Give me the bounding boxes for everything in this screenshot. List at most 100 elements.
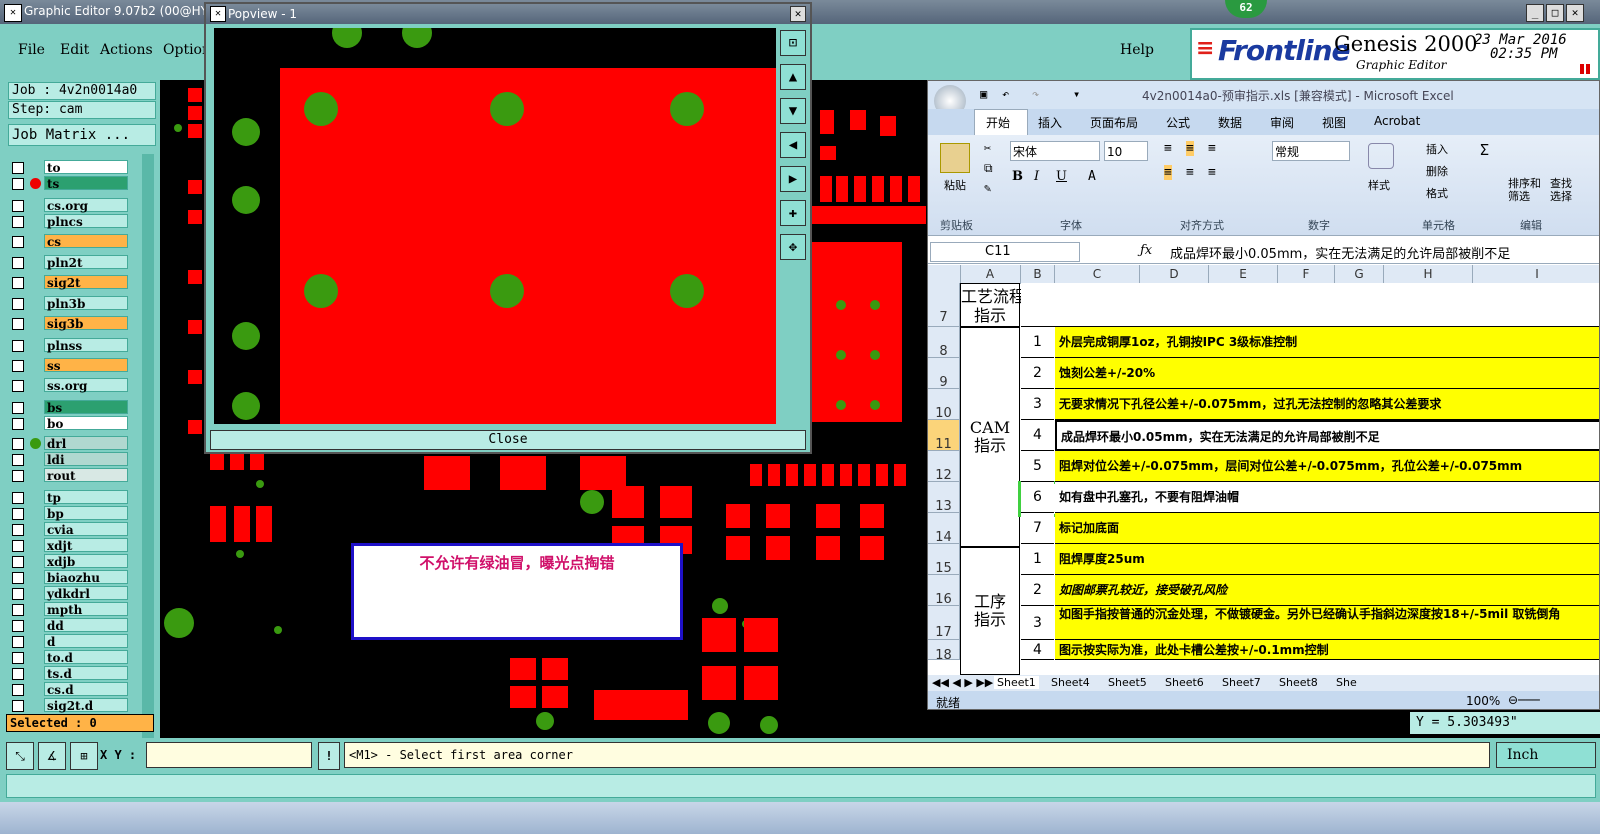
font-size-select[interactable]: 10 <box>1104 141 1148 161</box>
layer-row[interactable]: pln3b <box>8 296 128 311</box>
row-header[interactable]: 13 <box>928 482 960 514</box>
item-number-cell[interactable]: 1 <box>1021 327 1054 358</box>
layer-name[interactable]: cs.d <box>44 682 128 697</box>
row-header[interactable]: 18 <box>928 640 960 663</box>
layer-name[interactable]: xdjb <box>44 554 128 569</box>
paste-label[interactable]: 粘贴 <box>944 177 966 193</box>
alignment-controls[interactable]: ≡ ≡ ≡ ≡ ≡ ≡ <box>1164 141 1250 185</box>
item-number-cell[interactable]: 4 <box>1021 640 1054 660</box>
item-number-cell[interactable]: 4 <box>1021 420 1054 451</box>
layer-row[interactable]: cs.d <box>8 682 128 697</box>
layer-row[interactable]: bp <box>8 506 128 521</box>
layer-name[interactable]: bo <box>44 416 128 431</box>
layer-row[interactable]: drl <box>8 436 128 451</box>
layer-row[interactable]: ts.d <box>8 666 128 681</box>
layer-name[interactable]: plncs <box>44 214 128 229</box>
layer-checkbox[interactable] <box>12 298 24 310</box>
layer-checkbox[interactable] <box>12 360 24 372</box>
style-icon[interactable] <box>1368 143 1394 169</box>
layer-name[interactable]: bs <box>44 400 128 415</box>
sort-filter-button[interactable]: 排序和 筛选 <box>1508 177 1541 203</box>
format-painter-icon[interactable]: ✎ <box>984 181 991 195</box>
layer-row[interactable]: biaozhu <box>8 570 128 585</box>
instruction-cell[interactable]: 外层完成铜厚1oz，孔铜按IPC 3级标准控制 <box>1055 327 1599 358</box>
item-number-cell[interactable]: 3 <box>1021 606 1054 640</box>
sheet-tab[interactable]: Sheet7 <box>1222 676 1261 689</box>
name-box[interactable]: C11 <box>930 242 1080 262</box>
layer-row[interactable]: to <box>8 160 128 175</box>
layer-checkbox[interactable] <box>12 257 24 269</box>
menu-help[interactable]: Help <box>1120 42 1154 58</box>
layer-row[interactable]: sig2t <box>8 275 128 290</box>
alert-icon[interactable]: ! <box>318 742 340 770</box>
layer-checkbox[interactable] <box>12 216 24 228</box>
row-header[interactable]: 7 <box>928 283 960 327</box>
column-header[interactable]: I <box>1473 265 1599 283</box>
layer-name[interactable]: ss.org <box>44 378 128 393</box>
column-header[interactable]: D <box>1140 265 1209 283</box>
layer-checkbox[interactable] <box>12 588 24 600</box>
layer-name[interactable]: xdjt <box>44 538 128 553</box>
menu-file[interactable]: File <box>18 42 45 58</box>
align-bottom-icon[interactable]: ≡ <box>1208 141 1216 156</box>
layer-checkbox[interactable] <box>12 162 24 174</box>
column-header[interactable]: C <box>1055 265 1140 283</box>
cut-icon[interactable]: ✂ <box>984 141 991 155</box>
instruction-cell[interactable]: 成品焊环最小0.05mm，实在无法满足的允许局部被削不足 <box>1055 420 1599 451</box>
item-number-cell[interactable]: 6 <box>1021 482 1054 513</box>
align-center-icon[interactable]: ≡ <box>1186 165 1194 180</box>
item-number-cell[interactable]: 2 <box>1021 358 1054 389</box>
layer-checkbox[interactable] <box>12 236 24 248</box>
layer-row[interactable]: d <box>8 634 128 649</box>
layer-row[interactable]: ss.org <box>8 378 128 393</box>
layer-checkbox[interactable] <box>12 402 24 414</box>
formula-input[interactable]: 成品焊环最小0.05mm，实在无法满足的允许局部被削不足 <box>1170 243 1599 262</box>
column-header[interactable]: H <box>1384 265 1473 283</box>
layer-scrollbar[interactable] <box>142 154 154 780</box>
save-icon[interactable]: ▣ <box>980 87 987 101</box>
undo-icon[interactable]: ↶ <box>1002 87 1009 101</box>
tab-formulas[interactable]: 公式 <box>1166 114 1190 131</box>
layer-name[interactable]: to <box>44 160 128 175</box>
layer-checkbox[interactable] <box>12 318 24 330</box>
align-top-icon[interactable]: ≡ <box>1164 141 1172 156</box>
tab-acrobat[interactable]: Acrobat <box>1374 114 1420 128</box>
layer-name[interactable]: cvia <box>44 522 128 537</box>
snap-icon[interactable]: ⤡ <box>6 742 34 770</box>
row-header[interactable]: 12 <box>928 451 960 483</box>
layer-checkbox[interactable] <box>12 700 24 712</box>
layer-row[interactable]: ts <box>8 176 128 191</box>
zoom-in-icon[interactable]: ✚ <box>780 200 806 226</box>
pan-up-icon[interactable]: ▲ <box>780 64 806 90</box>
format-cells-button[interactable]: 格式 <box>1426 185 1448 201</box>
minimize-icon[interactable]: _ <box>1526 4 1544 22</box>
layer-row[interactable]: plncs <box>8 214 128 229</box>
font-name-select[interactable]: 宋体 <box>1010 141 1100 161</box>
layer-name[interactable]: ts.d <box>44 666 128 681</box>
layer-row[interactable]: sig3b <box>8 316 128 331</box>
layer-checkbox[interactable] <box>12 668 24 680</box>
row-header[interactable]: 17 <box>928 606 960 640</box>
layer-checkbox[interactable] <box>12 684 24 696</box>
item-number-cell[interactable]: 3 <box>1021 389 1054 420</box>
zoom-out-icon[interactable]: ✥ <box>780 234 806 260</box>
align-middle-icon[interactable]: ≡ <box>1186 141 1194 156</box>
insert-cells-button[interactable]: 插入 <box>1426 141 1448 157</box>
layer-checkbox[interactable] <box>12 178 24 190</box>
font-color-icon[interactable]: A <box>1088 169 1096 184</box>
row-header[interactable]: 8 <box>928 327 960 359</box>
italic-icon[interactable]: I <box>1034 169 1039 184</box>
layer-name[interactable]: sig3b <box>44 316 128 331</box>
instruction-cell[interactable]: 阻焊厚度25um <box>1055 544 1599 575</box>
instruction-cell[interactable]: 蚀刻公差+/-20% <box>1055 358 1599 389</box>
sheet-tab[interactable]: She <box>1336 676 1357 689</box>
item-number-cell[interactable]: 5 <box>1021 451 1054 482</box>
sheet-tab[interactable]: Sheet8 <box>1279 676 1318 689</box>
layer-checkbox[interactable] <box>12 556 24 568</box>
layer-row[interactable]: ss <box>8 358 128 373</box>
instruction-cell[interactable]: 阻焊对位公差+/-0.075mm，层间对位公差+/-0.075mm，孔位公差+/… <box>1055 451 1599 482</box>
layer-name[interactable]: tp <box>44 490 128 505</box>
menu-actions[interactable]: Actions <box>100 42 153 58</box>
layer-row[interactable]: cs.org <box>8 198 128 213</box>
layer-name[interactable]: sig2t <box>44 275 128 290</box>
